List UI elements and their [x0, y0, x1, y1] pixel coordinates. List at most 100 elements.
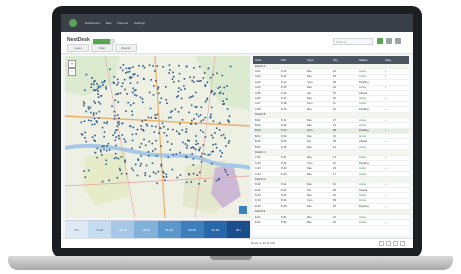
table-cell: Closed [359, 140, 368, 144]
table-cell: A-06 [255, 97, 261, 101]
plot-marker [188, 96, 191, 99]
plot-marker [185, 181, 188, 184]
plot-marker [174, 108, 177, 111]
plot-marker [184, 88, 186, 90]
plot-marker [132, 87, 135, 90]
plot-marker [222, 103, 224, 106]
plot-marker [85, 140, 87, 143]
plot-marker [147, 151, 150, 153]
plot-marker [191, 119, 193, 122]
table-cell: B-05 [255, 140, 261, 144]
column-header[interactable]: Area [253, 58, 279, 62]
plot-marker [220, 134, 223, 137]
plot-marker [202, 144, 205, 146]
column-header[interactable]: Qty [331, 58, 357, 62]
table-cell: Com [307, 102, 313, 106]
zoom-out-button[interactable]: − [68, 68, 76, 76]
plot-marker [101, 180, 104, 183]
search-input[interactable]: Search... [333, 38, 373, 45]
plot-marker [105, 122, 108, 125]
filter-button[interactable]: Filter [91, 44, 113, 52]
plot-marker [96, 156, 98, 159]
plot-marker [139, 96, 142, 99]
plot-marker [209, 115, 212, 118]
nav-item-dashboard[interactable]: Dashboard [85, 21, 100, 25]
plot-marker [139, 146, 141, 148]
plot-marker [106, 144, 108, 147]
table-cell: 16 [333, 107, 336, 111]
table-row[interactable]: E-02 P-52 Res 23 Active • [253, 220, 409, 226]
table-cell: Res [307, 123, 312, 127]
legend-cell: 31-35 [203, 221, 227, 239]
page-prev-button[interactable] [379, 241, 384, 246]
plot-marker [169, 149, 171, 151]
layer-button[interactable]: Layer [67, 44, 89, 52]
plot-marker [200, 161, 203, 163]
table-cell: B-01 [255, 118, 261, 122]
plot-marker [207, 67, 210, 70]
plot-marker [118, 137, 120, 140]
nav-item-settings[interactable]: Settings [134, 21, 145, 25]
plot-marker [82, 104, 85, 107]
plot-marker [193, 147, 195, 150]
plot-marker [92, 89, 95, 91]
table-cell: 11 [333, 102, 336, 106]
export-button[interactable]: Export [115, 44, 137, 52]
plot-marker [131, 76, 133, 79]
plot-marker [129, 76, 131, 78]
laptop-notch [210, 256, 252, 260]
column-header[interactable]: Status [357, 58, 383, 62]
column-header[interactable]: Plot [279, 58, 305, 62]
nav-item-reports[interactable]: Reports [118, 21, 129, 25]
plot-marker [176, 130, 178, 133]
locate-icon[interactable] [239, 206, 247, 214]
table-cell: Res [307, 194, 312, 198]
table-cell: A-01 [255, 70, 261, 74]
page-next-button[interactable] [400, 241, 405, 246]
plot-marker [106, 121, 109, 123]
settings-icon[interactable] [395, 38, 401, 44]
plot-marker [145, 123, 148, 126]
page-1-button[interactable] [386, 241, 391, 246]
plot-marker [178, 87, 180, 89]
plot-marker [178, 132, 180, 135]
plot-marker [87, 119, 90, 122]
plot-marker [168, 64, 171, 66]
column-header[interactable]: Type [305, 58, 331, 62]
plot-marker [213, 93, 215, 96]
plot-marker [132, 102, 135, 105]
plot-marker [166, 141, 169, 143]
grid-icon[interactable] [386, 38, 392, 44]
plot-marker [189, 76, 191, 78]
plot-marker [103, 80, 105, 83]
plot-marker [100, 150, 102, 153]
plot-marker [192, 164, 195, 166]
plot-marker [83, 170, 85, 172]
table-cell: P-32 [281, 161, 287, 165]
table-cell: Active [359, 86, 367, 90]
table-cell: Active [359, 134, 367, 138]
plot-marker [215, 146, 218, 149]
zoom-in-button[interactable]: + [68, 60, 76, 68]
plot-marker [84, 131, 86, 134]
map-view[interactable]: + − [65, 56, 250, 218]
column-header[interactable]: Flag [383, 58, 409, 62]
table-cell: District A [255, 64, 266, 68]
plot-marker [198, 80, 201, 82]
nav-item-map[interactable]: Map [106, 21, 112, 25]
page-2-button[interactable] [393, 241, 398, 246]
plot-marker [127, 71, 129, 73]
plot-marker [195, 140, 198, 142]
table-cell: Ind [307, 91, 311, 95]
plot-marker [131, 147, 133, 150]
table-cell: Active [359, 199, 367, 203]
table-cell: C-01 [255, 156, 261, 160]
plot-marker [222, 92, 224, 95]
table-cell: Active [359, 172, 367, 176]
refresh-icon[interactable] [377, 38, 383, 44]
plot-marker [94, 80, 96, 82]
plot-marker [113, 115, 116, 117]
plot-marker [202, 119, 205, 121]
plot-marker [148, 64, 151, 66]
table-cell: Com [307, 129, 313, 133]
